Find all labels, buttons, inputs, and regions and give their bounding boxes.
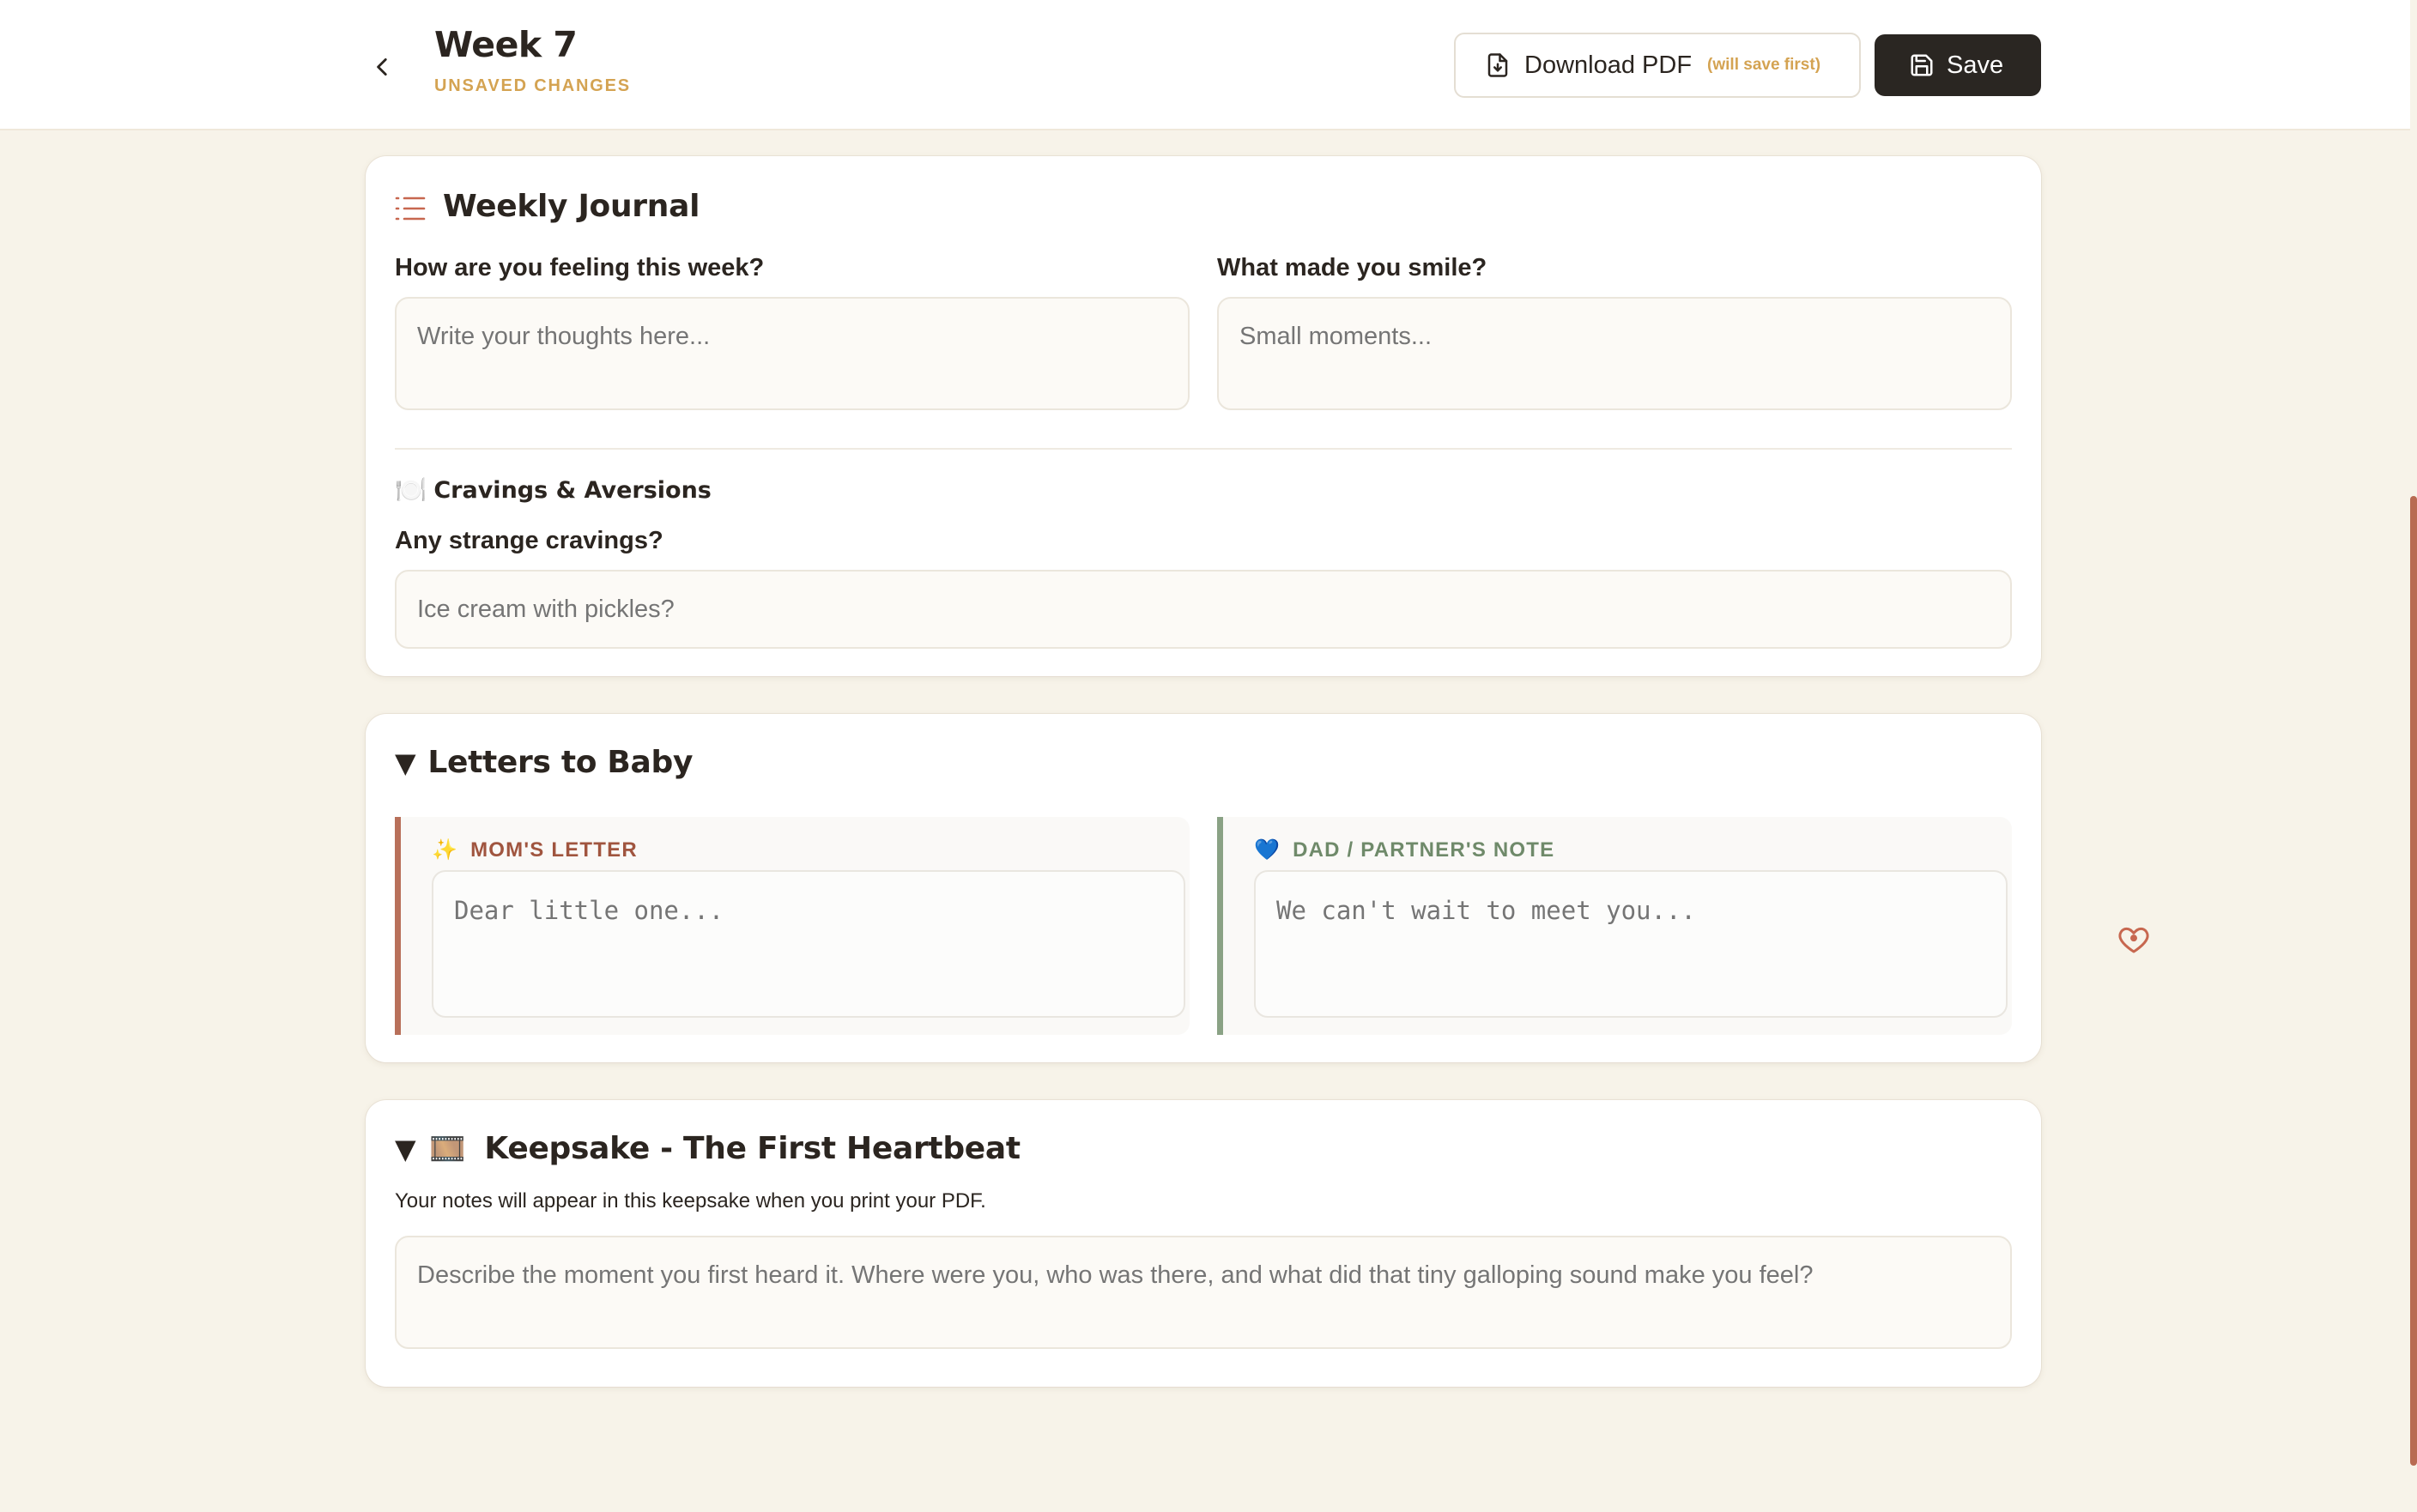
floating-heart-button[interactable] <box>2117 922 2151 956</box>
save-label: Save <box>1947 51 2004 79</box>
blue-heart-icon: 💙 <box>1254 838 1281 862</box>
mom-letter-input[interactable] <box>432 870 1185 1018</box>
letters-header[interactable]: ▼ Letters to Baby <box>395 745 693 780</box>
cravings-section-title: 🍽️ Cravings & Aversions <box>395 475 712 505</box>
film-icon: 🎞️ <box>429 1131 466 1166</box>
list-icon <box>395 197 426 221</box>
feeling-input[interactable] <box>395 297 1190 410</box>
keepsake-header[interactable]: ▼ 🎞️ Keepsake - The First Heartbeat <box>395 1131 1021 1166</box>
download-pdf-hint: (will save first) <box>1707 56 1821 74</box>
keepsake-description: Your notes will appear in this keepsake … <box>395 1189 986 1213</box>
mom-letter-label: ✨ MOM'S LETTER <box>432 838 638 862</box>
download-pdf-label: Download PDF <box>1524 51 1693 79</box>
plate-icon: 🍽️ <box>395 475 427 505</box>
dad-note-box: 💙 DAD / PARTNER'S NOTE <box>1217 817 2012 1035</box>
scrollbar-thumb[interactable] <box>2410 496 2417 1466</box>
top-bar: Week 7 UNSAVED CHANGES Download PDF (wil… <box>0 0 2410 130</box>
file-download-icon <box>1487 53 1508 77</box>
mom-letter-box: ✨ MOM'S LETTER <box>395 817 1190 1035</box>
feeling-label: How are you feeling this week? <box>395 254 765 281</box>
download-pdf-button[interactable]: Download PDF (will save first) <box>1454 33 1861 98</box>
keepsake-title: Keepsake - The First Heartbeat <box>484 1131 1021 1166</box>
back-button[interactable] <box>360 45 405 89</box>
letters-card: ▼ Letters to Baby ✨ MOM'S LETTER 💙 DAD /… <box>366 714 2041 1062</box>
collapse-toggle-icon: ▼ <box>395 746 416 779</box>
page-title: Week 7 <box>434 24 578 65</box>
smile-input[interactable] <box>1217 297 2012 410</box>
cravings-input[interactable] <box>395 570 2012 649</box>
keepsake-input[interactable] <box>395 1236 2012 1349</box>
save-button[interactable]: Save <box>1875 34 2041 96</box>
weekly-journal-card: Weekly Journal How are you feeling this … <box>366 156 2041 676</box>
floppy-disk-icon <box>1911 54 1933 76</box>
dad-note-input[interactable] <box>1254 870 2008 1018</box>
section-divider <box>395 448 2012 450</box>
sparkles-icon: ✨ <box>432 838 459 862</box>
heart-icon <box>2118 927 2149 953</box>
smile-label: What made you smile? <box>1217 254 1487 281</box>
unsaved-status: UNSAVED CHANGES <box>434 76 631 95</box>
keepsake-card: ▼ 🎞️ Keepsake - The First Heartbeat Your… <box>366 1100 2041 1387</box>
weekly-journal-title: Weekly Journal <box>443 189 700 224</box>
cravings-label: Any strange cravings? <box>395 527 663 554</box>
collapse-toggle-icon: ▼ <box>395 1132 416 1165</box>
cravings-title: Cravings & Aversions <box>433 477 712 504</box>
letters-title: Letters to Baby <box>427 745 694 780</box>
dad-note-label: 💙 DAD / PARTNER'S NOTE <box>1254 838 1555 862</box>
chevron-left-icon <box>377 57 387 76</box>
